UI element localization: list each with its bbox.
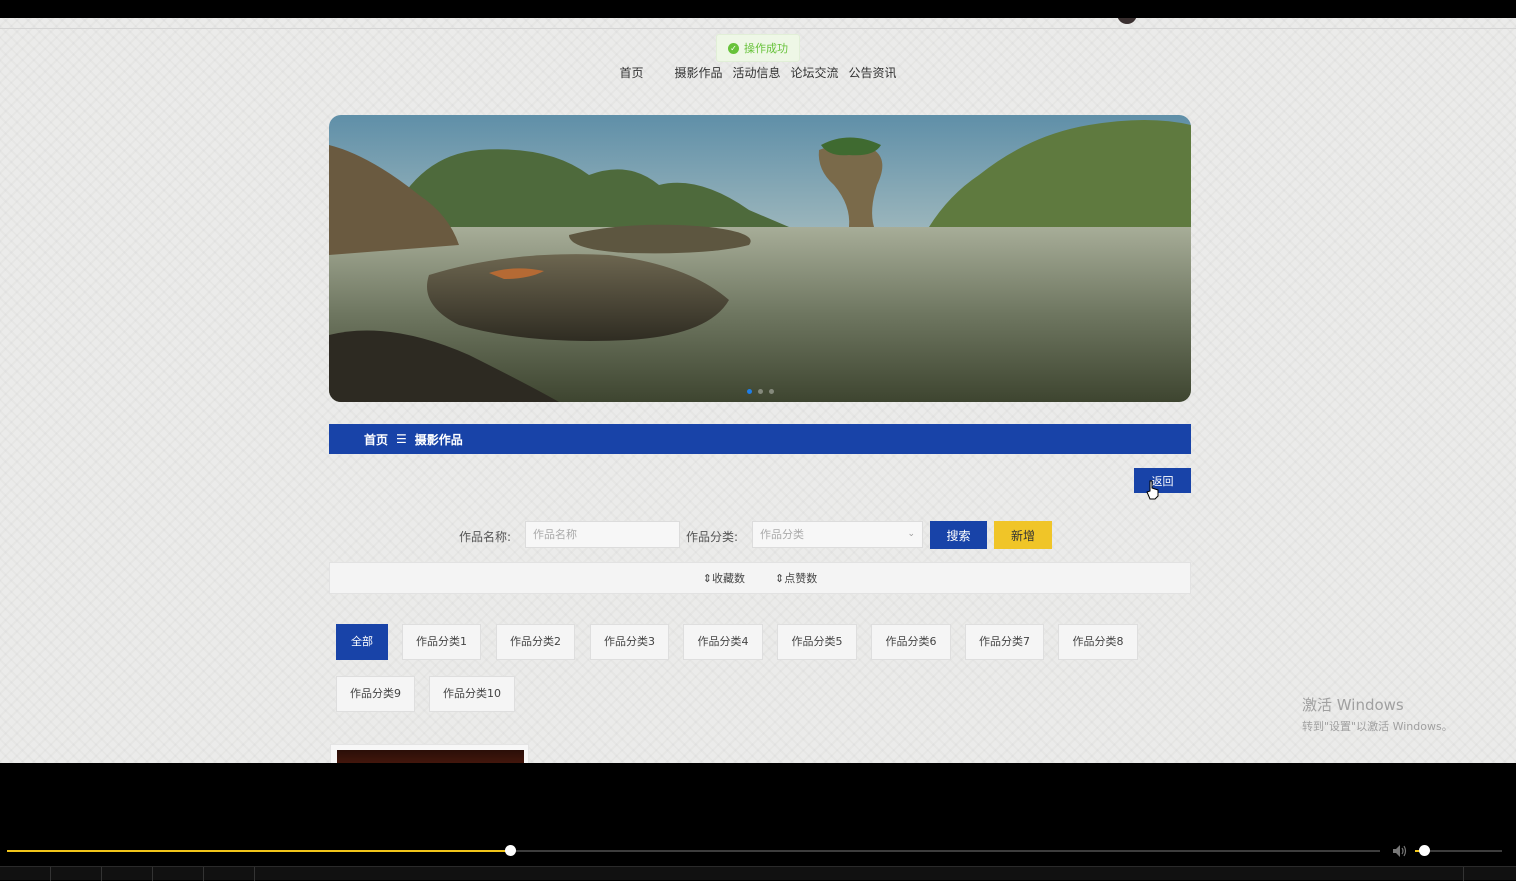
- volume-handle[interactable]: [1418, 845, 1430, 856]
- carousel-dot-3[interactable]: [768, 389, 774, 394]
- watermark-subtitle: 转到"设置"以激活 Windows。: [1302, 720, 1453, 733]
- chevron-down-icon: ⌄: [907, 529, 915, 539]
- work-category-label: 作品分类:: [686, 530, 739, 544]
- category-tab-6[interactable]: 作品分类6: [871, 624, 951, 660]
- work-card[interactable]: [330, 744, 529, 763]
- webpage: ✓ 操作成功 首页 摄影作品 活动信息 论坛交流 公告资讯 首页 ☰ 摄影作品 …: [0, 18, 1516, 763]
- carousel-indicators: [329, 389, 1191, 394]
- strip-divider: [101, 867, 102, 881]
- category-tab-1[interactable]: 作品分类1: [402, 624, 481, 660]
- mouse-pointer-icon: [1146, 480, 1159, 500]
- sort-favorites-label: 收藏数: [712, 572, 745, 585]
- strip-divider: [50, 867, 51, 881]
- category-tab-4[interactable]: 作品分类4: [683, 624, 763, 660]
- work-category-select[interactable]: 作品分类 ⌄: [752, 521, 923, 548]
- strip-divider: [254, 867, 255, 881]
- header-divider: [0, 28, 1516, 29]
- main-nav: 首页 摄影作品 活动信息 论坛交流 公告资讯: [0, 62, 1516, 81]
- user-avatar[interactable]: [1117, 18, 1137, 24]
- nav-item-forum[interactable]: 论坛交流: [791, 64, 839, 81]
- strip-divider: [1463, 867, 1464, 881]
- sort-by-likes[interactable]: ⇕点赞数: [775, 570, 817, 586]
- category-tab-all[interactable]: 全部: [336, 624, 388, 660]
- sort-bar: ⇕收藏数 ⇕点赞数: [329, 562, 1191, 594]
- carousel-dot-1[interactable]: [746, 389, 752, 394]
- video-top-bar: [0, 0, 1516, 18]
- player-bottom-strip: [0, 866, 1516, 881]
- category-tab-5[interactable]: 作品分类5: [777, 624, 857, 660]
- nav-item-home[interactable]: 首页: [619, 64, 643, 81]
- category-tab-3[interactable]: 作品分类3: [590, 624, 669, 660]
- back-button[interactable]: 返回: [1134, 468, 1191, 493]
- sort-by-favorites[interactable]: ⇕收藏数: [703, 570, 745, 586]
- carousel-dot-2[interactable]: [757, 389, 763, 394]
- nav-item-photography[interactable]: 摄影作品: [674, 64, 722, 81]
- breadcrumb-separator-icon: ☰: [396, 432, 407, 446]
- nav-item-announcements[interactable]: 公告资讯: [849, 64, 897, 81]
- nav-item-activities[interactable]: 活动信息: [732, 64, 780, 81]
- banner-image: [329, 115, 1191, 402]
- breadcrumb: 首页 ☰ 摄影作品: [329, 424, 1191, 454]
- work-thumbnail: [337, 750, 524, 763]
- toast-message: 操作成功: [744, 42, 788, 55]
- seek-progress: [7, 850, 510, 852]
- breadcrumb-home[interactable]: 首页: [364, 431, 388, 448]
- add-button[interactable]: 新增: [994, 521, 1052, 549]
- breadcrumb-current: 摄影作品: [414, 432, 463, 447]
- category-tab-9[interactable]: 作品分类9: [336, 676, 415, 712]
- work-name-input[interactable]: 作品名称: [525, 521, 680, 548]
- volume-icon[interactable]: [1392, 844, 1408, 858]
- search-bar: 作品名称: 作品名称 作品分类: 作品分类 ⌄ 搜索 新增: [0, 521, 1516, 549]
- strip-divider: [152, 867, 153, 881]
- category-tab-7[interactable]: 作品分类7: [965, 624, 1044, 660]
- success-toast: ✓ 操作成功: [716, 34, 800, 62]
- work-category-placeholder: 作品分类: [760, 528, 804, 541]
- search-button[interactable]: 搜索: [930, 521, 987, 549]
- seek-bar[interactable]: [7, 845, 1380, 856]
- sort-likes-label: 点赞数: [784, 572, 818, 585]
- seek-handle[interactable]: [504, 845, 516, 856]
- category-tab-2[interactable]: 作品分类2: [496, 624, 575, 660]
- sort-icon: ⇕: [775, 572, 785, 585]
- banner-carousel[interactable]: [329, 115, 1191, 402]
- windows-activation-watermark: 激活 Windows 转到"设置"以激活 Windows。: [1302, 694, 1453, 734]
- work-name-label: 作品名称:: [459, 530, 512, 544]
- category-tab-10[interactable]: 作品分类10: [429, 676, 515, 712]
- volume-slider[interactable]: [1415, 845, 1502, 856]
- strip-divider: [203, 867, 204, 881]
- video-player-controls: [0, 763, 1516, 881]
- sort-icon: ⇕: [702, 572, 712, 585]
- check-circle-icon: ✓: [728, 42, 739, 54]
- watermark-title: 激活 Windows: [1302, 696, 1404, 714]
- category-tab-8[interactable]: 作品分类8: [1058, 624, 1138, 660]
